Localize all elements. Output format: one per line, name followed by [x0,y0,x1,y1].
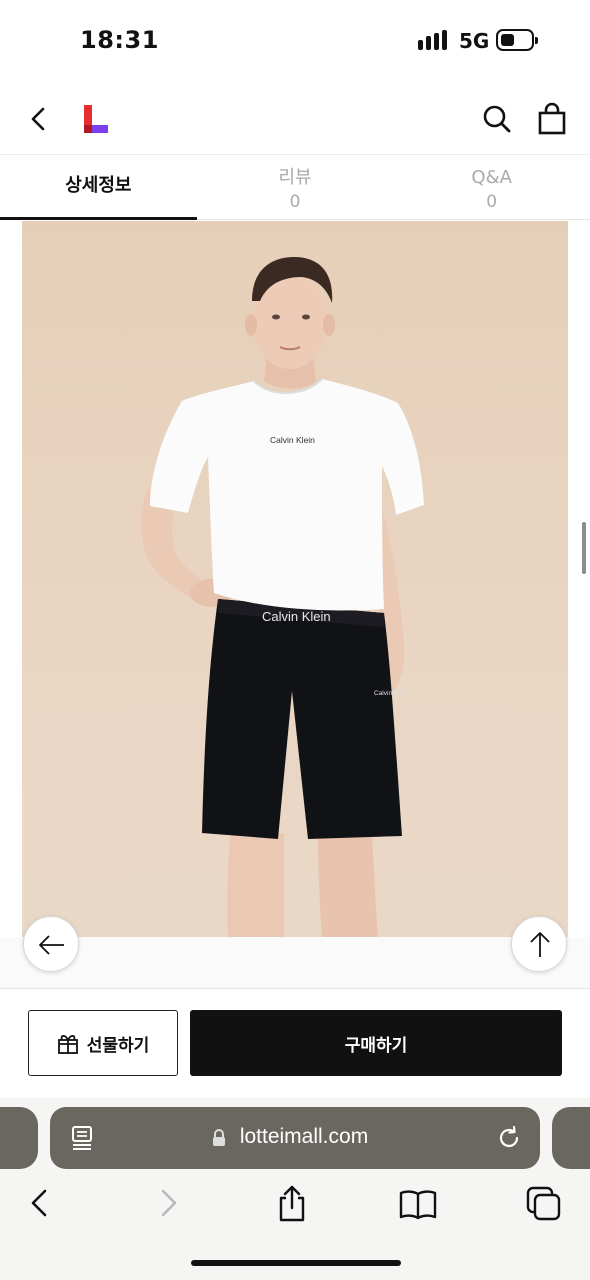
home-indicator[interactable] [191,1260,401,1266]
url-text: lotteimall.com [239,1125,369,1148]
status-bar: 18:31 5G [0,0,590,82]
product-image: Calvin Klein Calvin Klein Calvin Klein [22,221,568,937]
tab-label: 리뷰 [278,167,312,188]
tab-label: 상세정보 [65,175,132,196]
tab-detail-info[interactable]: 상세정보 [0,155,197,220]
shorts-logo-text: Calvin Klein [374,690,409,697]
tab-count: 0 [289,192,301,212]
browser-back-button[interactable] [20,1184,60,1224]
tabs-button[interactable] [524,1184,564,1224]
page-scrollbar[interactable] [582,522,586,574]
share-button[interactable] [272,1184,312,1224]
shopping-bag-icon [538,102,566,135]
browser-chrome: lotteimall.com [0,1098,590,1280]
tshirt-brand-text: Calvin Klein [270,435,315,445]
gift-button-label: 선물하기 [86,1035,150,1056]
bookmarks-button[interactable] [398,1184,438,1224]
back-button[interactable] [22,102,56,136]
status-time: 18:31 [80,26,159,54]
content-spacer [0,937,590,989]
product-tabs: 상세정보 리뷰 0 Q&A 0 [0,154,590,220]
model-illustration: Calvin Klein Calvin Klein Calvin Klein [141,257,424,937]
previous-tab-peek[interactable] [0,1107,38,1169]
app-header [0,82,590,154]
gift-button[interactable]: 선물하기 [28,1010,178,1076]
search-icon [483,105,511,133]
lotte-logo[interactable] [84,105,110,133]
network-type: 5G [459,29,490,53]
browser-toolbar [0,1184,590,1224]
tab-label: Q&A [471,167,512,188]
browser-forward-button[interactable] [148,1184,188,1224]
tab-reviews[interactable]: 리뷰 0 [197,155,394,219]
chevron-left-icon [31,1189,47,1217]
previous-button[interactable] [23,916,79,972]
scroll-to-top-button[interactable] [511,916,567,972]
waistband-text: Calvin Klein [262,609,331,624]
next-tab-peek[interactable] [552,1107,590,1169]
buy-button-label: 구매하기 [344,1035,408,1056]
gift-icon [57,1034,78,1054]
battery-icon [496,29,538,51]
purchase-action-bar: 선물하기 구매하기 [0,988,590,1098]
tabs-icon [526,1186,561,1221]
buy-button[interactable]: 구매하기 [190,1010,562,1076]
arrow-left-icon [39,935,64,955]
cart-button[interactable] [537,102,567,136]
reload-icon[interactable] [496,1124,522,1152]
cellular-signal-icon [418,30,450,50]
share-icon [279,1185,305,1222]
chevron-right-icon [161,1189,177,1217]
arrow-up-icon [530,932,550,957]
tab-count: 0 [486,192,498,212]
chevron-left-icon [31,107,45,131]
search-button[interactable] [482,104,512,134]
book-icon [399,1190,437,1220]
address-bar[interactable]: lotteimall.com [50,1107,540,1169]
tab-qna[interactable]: Q&A 0 [393,155,590,219]
